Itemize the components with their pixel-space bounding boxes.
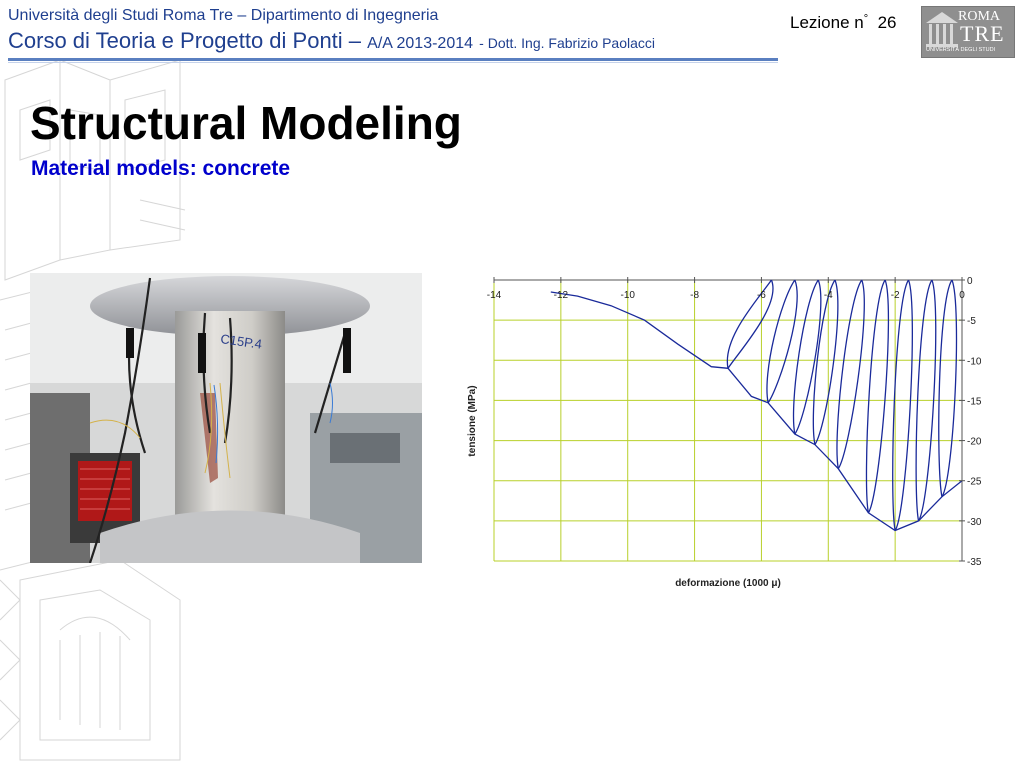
chart-curves [550,279,963,532]
logo-tre: TRE [960,21,1005,46]
lesson-degree: ° [863,13,869,25]
y-tick-label: -35 [967,557,982,568]
unloading-branch [894,279,913,531]
lesson-value: 26 [877,13,897,32]
y-tick-label: -20 [967,437,982,448]
x-tick-label: -10 [620,290,635,301]
unloading-branch [867,279,890,514]
header-rule-shadow [8,62,778,63]
concrete-cylinder-test-photo: C15P.4 [30,273,422,563]
building-icon [926,12,958,47]
x-tick-label: -4 [824,290,833,301]
chart-axes [494,279,963,561]
reloading-branch [865,279,886,513]
x-tick-label: -12 [554,290,569,301]
y-tick-label: -5 [967,316,976,327]
y-tick-label: -10 [967,356,982,367]
x-tick-label: -8 [690,290,699,301]
x-tick-label: -2 [891,290,900,301]
lesson-label: Lezione n [790,13,864,32]
unloading-branch [727,279,774,369]
lesson-number: Lezione n° 26 [790,13,897,33]
x-tick-label: -6 [757,290,766,301]
y-tick-label: -30 [967,517,982,528]
x-tick-label: -14 [487,290,502,301]
course-line: Corso di Teoria e Progetto di Ponti – A/… [8,28,655,54]
y-tick-label: 0 [967,276,973,287]
envelope-curve [550,291,963,532]
x-axis-label: deformazione (1000 μ) [675,578,781,589]
x-tick-label: 0 [959,290,965,301]
reloading-branch [938,279,953,497]
slide-title: Structural Modeling [30,97,462,149]
course-name: Corso di Teoria e Progetto di Ponti – [8,28,362,53]
chart-grid [493,279,963,562]
academic-year: A/A 2013-2014 [367,35,474,52]
reloading-branch [812,279,836,445]
header-rule [8,58,778,61]
y-axis-label: tensione (MPa) [467,385,478,456]
y-tick-label: -15 [967,396,982,407]
stress-strain-chart: -14 -12 -10 -8 -6 -4 -2 00-5-10-15-20-25-30-35 … [467,276,982,589]
university-department: Università degli Studi Roma Tre – Dipart… [8,7,439,24]
roma-tre-logo: ROMA TRE UNIVERSITÀ DEGLI STUDI [921,6,1015,58]
slide-subtitle: Material models: concrete [31,157,291,180]
teacher-name: - Dott. Ing. Fabrizio Paolacci [479,35,656,51]
y-tick-label: -25 [967,477,982,488]
logo-university: UNIVERSITÀ DEGLI STUDI [926,47,996,53]
